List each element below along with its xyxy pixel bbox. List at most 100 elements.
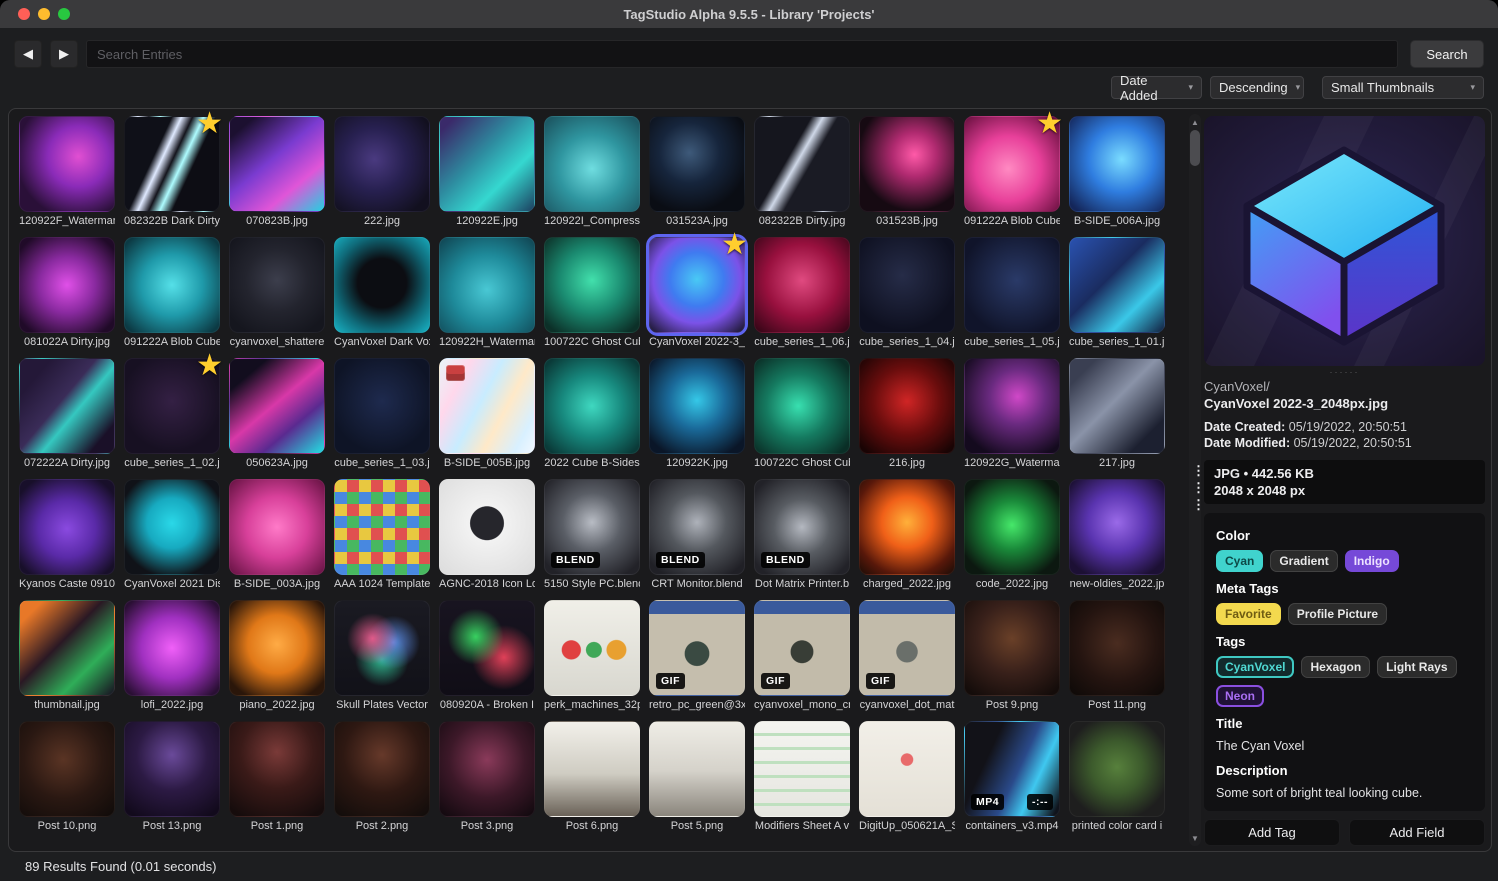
grid-item[interactable]: perk_machines_32p [544, 600, 640, 713]
grid-item[interactable]: 091222A Blob Cube [124, 237, 220, 350]
grid-item[interactable]: Post 6.png [544, 721, 640, 834]
minimize-window-button[interactable] [38, 8, 50, 20]
grid-item[interactable]: Skull Plates Vector [334, 600, 430, 713]
thumbnail-image[interactable] [124, 721, 220, 817]
thumbnail-image[interactable]: ★ [124, 116, 220, 212]
thumbnail-image[interactable] [859, 721, 955, 817]
search-input[interactable] [86, 40, 1398, 68]
thumbnail-image[interactable] [334, 721, 430, 817]
forward-button[interactable]: ▶ [50, 40, 78, 68]
preview-image[interactable] [1204, 116, 1485, 366]
grid-item[interactable]: cube_series_1_04.j [859, 237, 955, 350]
thumbnail-image[interactable] [964, 479, 1060, 575]
grid-item[interactable]: 120922F_Watermarl [19, 116, 115, 229]
thumbnail-image[interactable] [19, 600, 115, 696]
grid-item[interactable]: 072222A Dirty.jpg [19, 358, 115, 471]
grid-item[interactable]: 216.jpg [859, 358, 955, 471]
grid-item[interactable]: Post 3.png [439, 721, 535, 834]
grid-item[interactable]: 2022 Cube B-Sides [544, 358, 640, 471]
thumbnail-image[interactable] [649, 721, 745, 817]
grid-item[interactable]: Modifiers Sheet A v [754, 721, 850, 834]
thumbnail-image[interactable] [439, 116, 535, 212]
grid-item[interactable]: thumbnail.jpg [19, 600, 115, 713]
thumbnail-image[interactable] [754, 721, 850, 817]
thumbnail-image[interactable] [229, 358, 325, 454]
grid-item[interactable]: lofi_2022.jpg [124, 600, 220, 713]
grid-item[interactable]: ★ 091222A Blob Cube [964, 116, 1060, 229]
grid-item[interactable]: GIF retro_pc_green@3x [649, 600, 745, 713]
grid-item[interactable]: GIF cyanvoxel_mono_cr [754, 600, 850, 713]
grid-item[interactable]: 080920A - Broken I [439, 600, 535, 713]
back-button[interactable]: ◀ [14, 40, 42, 68]
grid-item[interactable]: 120922G_Watermar [964, 358, 1060, 471]
thumbnail-image[interactable] [964, 600, 1060, 696]
close-window-button[interactable] [18, 8, 30, 20]
thumbnail-image[interactable]: BLEND [649, 479, 745, 575]
grid-item[interactable]: B-SIDE_005B.jpg [439, 358, 535, 471]
grid-item[interactable]: 217.jpg [1069, 358, 1165, 471]
grid-item[interactable]: Post 10.png [19, 721, 115, 834]
thumbnail-image[interactable] [859, 237, 955, 333]
scroll-down-icon[interactable]: ▼ [1189, 832, 1201, 844]
thumbnail-image[interactable] [439, 479, 535, 575]
thumbnail-image[interactable] [229, 479, 325, 575]
grid-item[interactable]: BLEND 5150 Style PC.blend [544, 479, 640, 592]
thumbnail-image[interactable] [859, 358, 955, 454]
thumbnail-image[interactable] [124, 479, 220, 575]
grid-item[interactable]: 031523B.jpg [859, 116, 955, 229]
grid-item[interactable]: 082322B Dirty.jpg [754, 116, 850, 229]
thumbnail-image[interactable] [229, 116, 325, 212]
thumbnail-image[interactable]: GIF [754, 600, 850, 696]
thumbnail-image[interactable] [334, 116, 430, 212]
thumbnail-image[interactable] [334, 479, 430, 575]
splitter-handle[interactable]: ⋮⋮⋮ [1192, 462, 1198, 492]
grid-item[interactable]: AAA 1024 Template [334, 479, 430, 592]
thumbnail-image[interactable]: BLEND [544, 479, 640, 575]
tag-pill[interactable]: Light Rays [1377, 656, 1456, 678]
thumbnail-image[interactable] [859, 479, 955, 575]
grid-item[interactable]: cube_series_1_01.jp [1069, 237, 1165, 350]
tag-pill[interactable]: Gradient [1270, 550, 1337, 572]
thumbnail-image[interactable] [1069, 600, 1165, 696]
thumbnail-image[interactable] [544, 237, 640, 333]
thumbnail-image[interactable] [19, 358, 115, 454]
grid-item[interactable]: 120922H_Watermar [439, 237, 535, 350]
grid-item[interactable]: 050623A.jpg [229, 358, 325, 471]
thumbnail-image[interactable] [229, 237, 325, 333]
thumbnail-image[interactable] [1069, 116, 1165, 212]
grid-item[interactable]: 100722C Ghost Cub [544, 237, 640, 350]
tag-pill[interactable]: CyanVoxel [1216, 656, 1294, 678]
grid-item[interactable]: 120922I_Compress [544, 116, 640, 229]
thumbnail-image[interactable] [964, 358, 1060, 454]
thumbnail-image[interactable]: GIF [649, 600, 745, 696]
thumbnail-image[interactable] [649, 358, 745, 454]
grid-item[interactable]: code_2022.jpg [964, 479, 1060, 592]
tag-pill[interactable]: Indigo [1345, 550, 1399, 572]
thumbnail-image[interactable] [544, 721, 640, 817]
grid-item[interactable]: cube_series_1_06.j [754, 237, 850, 350]
grid-item[interactable]: ★ 082322B Dark Dirty [124, 116, 220, 229]
thumbnail-image[interactable] [1069, 721, 1165, 817]
add-tag-button[interactable]: Add Tag [1204, 819, 1340, 846]
thumbnail-image[interactable]: MP4 -:-- [964, 721, 1060, 817]
grid-item[interactable]: Post 11.png [1069, 600, 1165, 713]
grid-item[interactable]: new-oldies_2022.jp [1069, 479, 1165, 592]
grid-item[interactable]: piano_2022.jpg [229, 600, 325, 713]
grid-item[interactable]: Post 2.png [334, 721, 430, 834]
panel-resize-handle[interactable]: ······ [1204, 366, 1485, 378]
grid-item[interactable]: Post 13.png [124, 721, 220, 834]
grid-item[interactable]: 222.jpg [334, 116, 430, 229]
thumbnail-image[interactable] [1069, 479, 1165, 575]
grid-item[interactable]: BLEND Dot Matrix Printer.b [754, 479, 850, 592]
thumbnail-image[interactable]: ★ [649, 237, 745, 333]
tag-pill[interactable]: Neon [1216, 685, 1264, 707]
grid-item[interactable]: 081022A Dirty.jpg [19, 237, 115, 350]
grid-item[interactable]: 120922E.jpg [439, 116, 535, 229]
thumbnail-image[interactable] [19, 479, 115, 575]
thumbnail-image[interactable] [439, 721, 535, 817]
thumbnail-image[interactable] [229, 600, 325, 696]
grid-item[interactable]: 120922K.jpg [649, 358, 745, 471]
grid-item[interactable]: cyanvoxel_shattere [229, 237, 325, 350]
grid-item[interactable]: B-SIDE_006A.jpg [1069, 116, 1165, 229]
thumbnail-image[interactable] [964, 237, 1060, 333]
